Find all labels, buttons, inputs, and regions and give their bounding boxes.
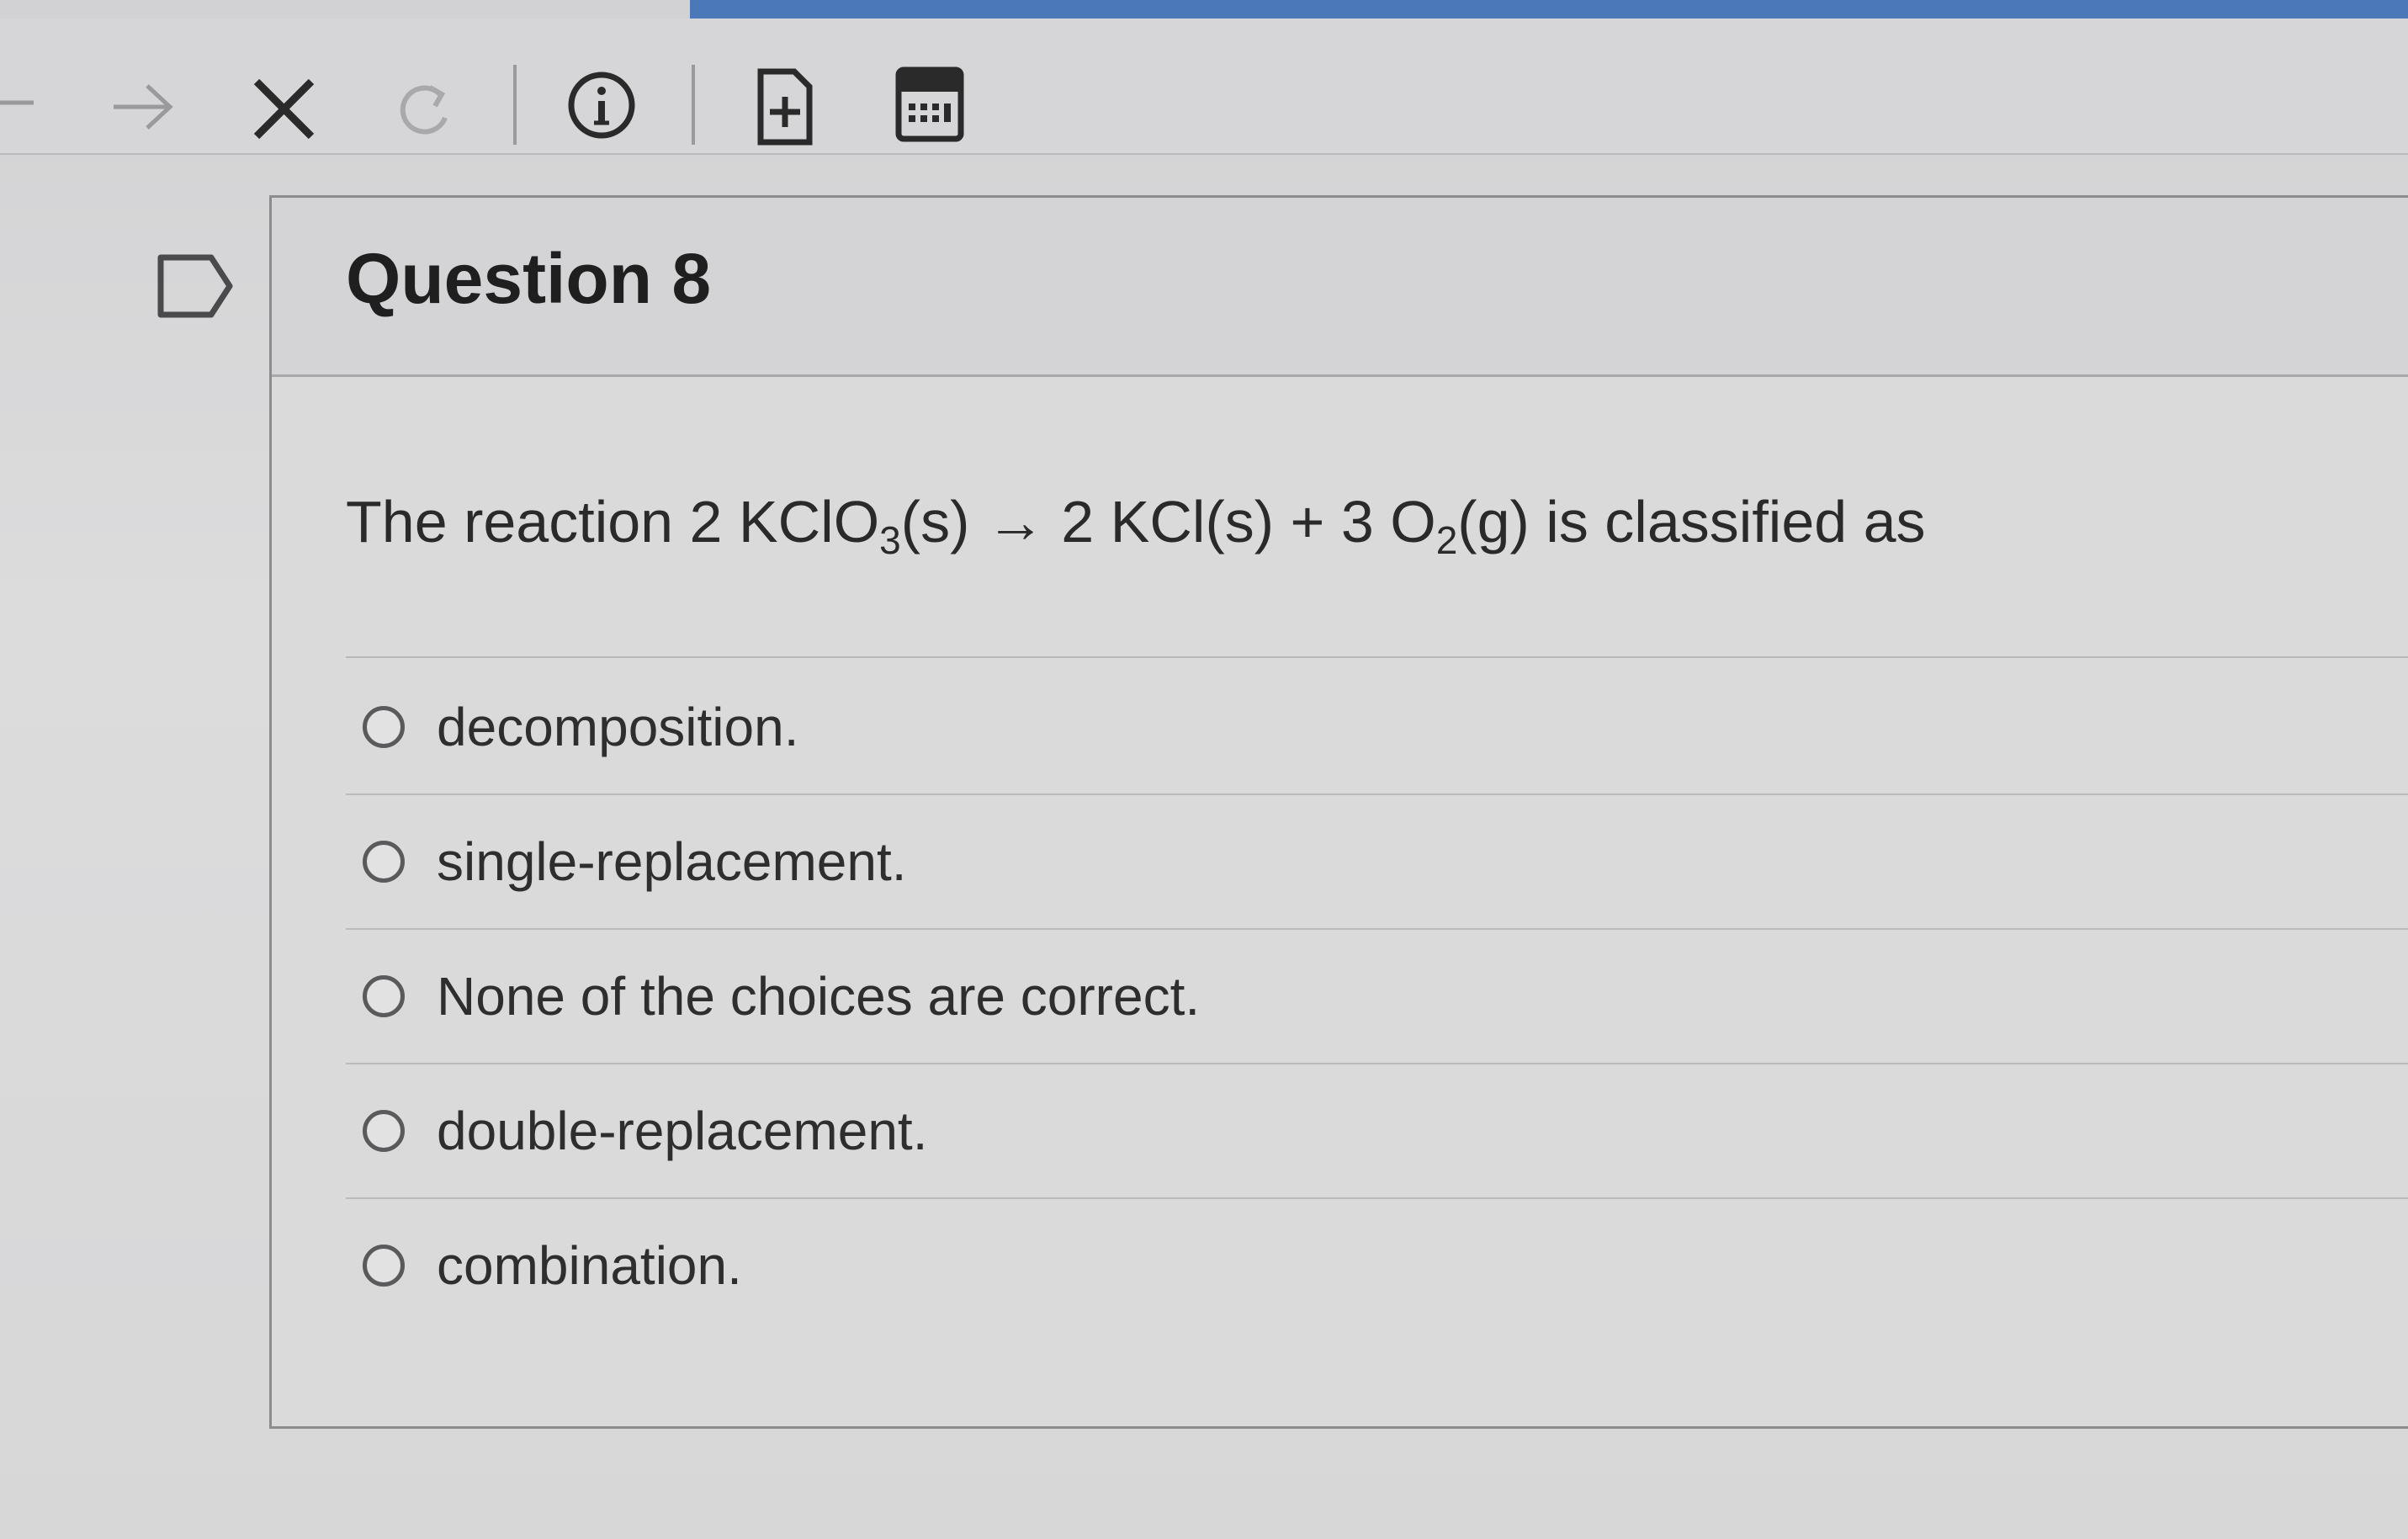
question-header: Question 8: [272, 198, 2408, 377]
question-text-part: (g) is classified as: [1457, 489, 1926, 555]
question-card: Question 8 The reaction 2 KClO3(s) → 2 K…: [269, 195, 2408, 1429]
reload-icon[interactable]: [391, 76, 459, 143]
quiz-page: Question 8 The reaction 2 KClO3(s) → 2 K…: [0, 0, 2408, 1539]
radio-button[interactable]: [363, 841, 405, 883]
option-label: None of the choices are correct.: [437, 966, 1201, 1027]
question-title: Question 8: [346, 239, 712, 318]
top-accent-strip: [690, 0, 2408, 19]
answer-option[interactable]: combination.: [346, 1199, 2408, 1332]
answer-option[interactable]: single-replacement.: [346, 795, 2408, 930]
forward-icon[interactable]: [105, 73, 181, 141]
radio-button[interactable]: [363, 1244, 405, 1287]
option-label: decomposition.: [437, 697, 799, 757]
question-text-part: (s) → 2 KCl(s) + 3 O: [900, 489, 1436, 555]
flag-question-icon[interactable]: [156, 252, 236, 323]
radio-button[interactable]: [363, 975, 405, 1017]
option-label: combination.: [437, 1235, 742, 1296]
option-label: double-replacement.: [437, 1101, 928, 1161]
add-file-icon[interactable]: [749, 65, 820, 149]
toolbar-separator: [692, 65, 695, 145]
radio-button[interactable]: [363, 1110, 405, 1152]
calculator-icon[interactable]: [892, 65, 968, 145]
back-icon[interactable]: [0, 69, 38, 136]
subscript: 2: [1435, 518, 1458, 562]
answer-option[interactable]: decomposition.: [346, 661, 2408, 795]
option-label: single-replacement.: [437, 831, 907, 892]
close-icon[interactable]: [248, 73, 320, 145]
toolbar-separator: [513, 65, 517, 145]
subscript: 3: [879, 518, 901, 562]
answer-options: decomposition. single-replacement. None …: [346, 661, 2408, 1332]
question-text-part: The reaction 2 KClO: [346, 489, 880, 555]
info-icon[interactable]: [564, 67, 639, 143]
toolbar: [0, 19, 2408, 155]
answer-option[interactable]: double-replacement.: [346, 1064, 2408, 1199]
answer-option[interactable]: None of the choices are correct.: [346, 930, 2408, 1064]
radio-button[interactable]: [363, 706, 405, 748]
question-text: The reaction 2 KClO3(s) → 2 KCl(s) + 3 O…: [346, 488, 1926, 563]
divider: [346, 656, 2408, 658]
